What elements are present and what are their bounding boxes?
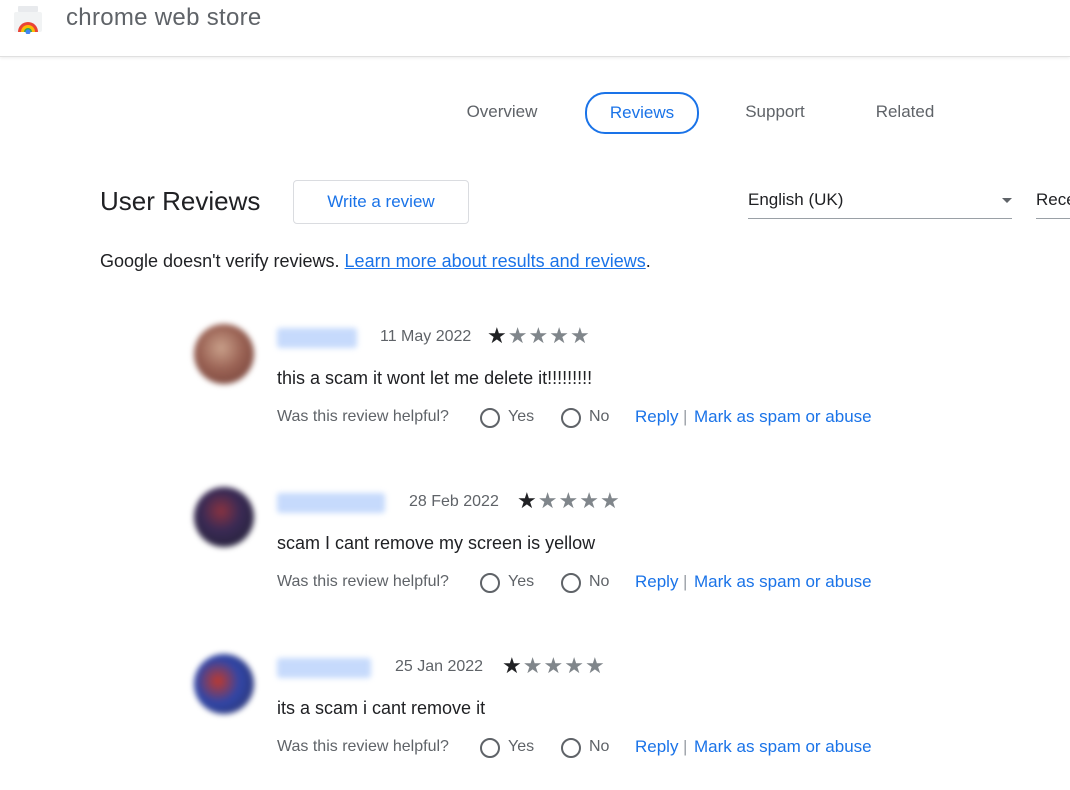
link-separator: | bbox=[683, 737, 688, 756]
write-review-button[interactable]: Write a review bbox=[293, 180, 469, 224]
helpful-prompt: Was this review helpful? bbox=[277, 408, 449, 425]
learn-more-link[interactable]: Learn more about results and reviews bbox=[345, 251, 646, 271]
star-empty-icon: ★ bbox=[549, 323, 570, 348]
mark-spam-link[interactable]: Mark as spam or abuse bbox=[694, 572, 872, 592]
language-select-value: English (UK) bbox=[748, 190, 844, 209]
star-empty-icon: ★ bbox=[558, 488, 580, 513]
star-rating: ★★★★★ bbox=[517, 490, 621, 512]
reviewer-avatar[interactable] bbox=[194, 487, 254, 547]
reply-link[interactable]: Reply bbox=[635, 737, 678, 757]
star-empty-icon: ★ bbox=[569, 323, 591, 348]
mark-spam-link[interactable]: Mark as spam or abuse bbox=[694, 407, 872, 427]
star-filled-icon: ★ bbox=[517, 488, 538, 513]
section-title: User Reviews bbox=[100, 186, 261, 216]
tab-support[interactable]: Support bbox=[730, 92, 820, 132]
sort-select[interactable]: Recent bbox=[1036, 184, 1070, 219]
language-select[interactable]: English (UK) bbox=[748, 184, 1012, 219]
star-rating: ★★★★★ bbox=[487, 325, 591, 347]
tab-related[interactable]: Related bbox=[860, 92, 950, 132]
star-empty-icon: ★ bbox=[599, 488, 621, 513]
review-date: 11 May 2022 bbox=[380, 328, 472, 345]
helpful-yes-label[interactable]: Yes bbox=[508, 738, 534, 756]
helpful-prompt: Was this review helpful? bbox=[277, 738, 449, 755]
helpful-yes-label[interactable]: Yes bbox=[508, 408, 534, 426]
helpful-no-label[interactable]: No bbox=[589, 738, 609, 756]
tab-reviews[interactable]: Reviews bbox=[585, 92, 699, 134]
review-item: 11 May 2022 ★★★★★ this a scam it wont le… bbox=[0, 320, 1070, 460]
review-date: 25 Jan 2022 bbox=[395, 658, 484, 675]
review-text: this a scam it wont let me delete it!!!!… bbox=[277, 368, 593, 388]
reviewer-name-blurred[interactable] bbox=[277, 328, 357, 348]
helpful-no-label[interactable]: No bbox=[589, 408, 609, 426]
reviewer-avatar[interactable] bbox=[194, 324, 254, 384]
top-bar: chrome web store bbox=[0, 0, 1070, 57]
reviewer-name-blurred[interactable] bbox=[277, 658, 371, 678]
helpful-no-radio[interactable] bbox=[561, 573, 581, 593]
star-empty-icon: ★ bbox=[507, 323, 529, 348]
link-separator: | bbox=[683, 572, 688, 591]
helpful-yes-radio[interactable] bbox=[480, 408, 500, 428]
star-empty-icon: ★ bbox=[543, 653, 565, 678]
star-empty-icon: ★ bbox=[584, 653, 606, 678]
star-empty-icon: ★ bbox=[537, 488, 559, 513]
review-disclaimer: Google doesn't verify reviews. Learn mor… bbox=[100, 251, 651, 272]
review-item: 25 Jan 2022 ★★★★★ its a scam i cant remo… bbox=[0, 650, 1070, 790]
star-empty-icon: ★ bbox=[564, 653, 585, 678]
reply-link[interactable]: Reply bbox=[635, 572, 678, 592]
review-item: 28 Feb 2022 ★★★★★ scam I cant remove my … bbox=[0, 485, 1070, 625]
helpful-no-radio[interactable] bbox=[561, 408, 581, 428]
star-filled-icon: ★ bbox=[487, 323, 508, 348]
helpful-yes-radio[interactable] bbox=[480, 738, 500, 758]
review-date: 28 Feb 2022 bbox=[409, 493, 499, 510]
review-text: its a scam i cant remove it bbox=[277, 698, 486, 718]
disclaimer-end: . bbox=[645, 251, 651, 271]
star-empty-icon: ★ bbox=[579, 488, 600, 513]
star-filled-icon: ★ bbox=[502, 653, 523, 678]
dropdown-caret-icon bbox=[1002, 198, 1012, 203]
reply-link[interactable]: Reply bbox=[635, 407, 678, 427]
link-separator: | bbox=[683, 407, 688, 426]
tab-overview[interactable]: Overview bbox=[446, 92, 558, 132]
helpful-prompt: Was this review helpful? bbox=[277, 573, 449, 590]
helpful-yes-label[interactable]: Yes bbox=[508, 573, 534, 591]
chrome-web-store-icon[interactable] bbox=[12, 4, 44, 34]
star-rating: ★★★★★ bbox=[502, 655, 606, 677]
mark-spam-link[interactable]: Mark as spam or abuse bbox=[694, 737, 872, 757]
review-text: scam I cant remove my screen is yellow bbox=[277, 533, 596, 553]
helpful-no-radio[interactable] bbox=[561, 738, 581, 758]
disclaimer-text: Google doesn't verify reviews. bbox=[100, 251, 345, 271]
helpful-no-label[interactable]: No bbox=[589, 573, 609, 591]
sort-select-value: Recent bbox=[1036, 190, 1070, 209]
reviewer-avatar[interactable] bbox=[194, 654, 254, 714]
star-empty-icon: ★ bbox=[522, 653, 544, 678]
star-empty-icon: ★ bbox=[528, 323, 550, 348]
store-brand-title[interactable]: chrome web store bbox=[66, 4, 262, 32]
helpful-yes-radio[interactable] bbox=[480, 573, 500, 593]
reviewer-name-blurred[interactable] bbox=[277, 493, 385, 513]
